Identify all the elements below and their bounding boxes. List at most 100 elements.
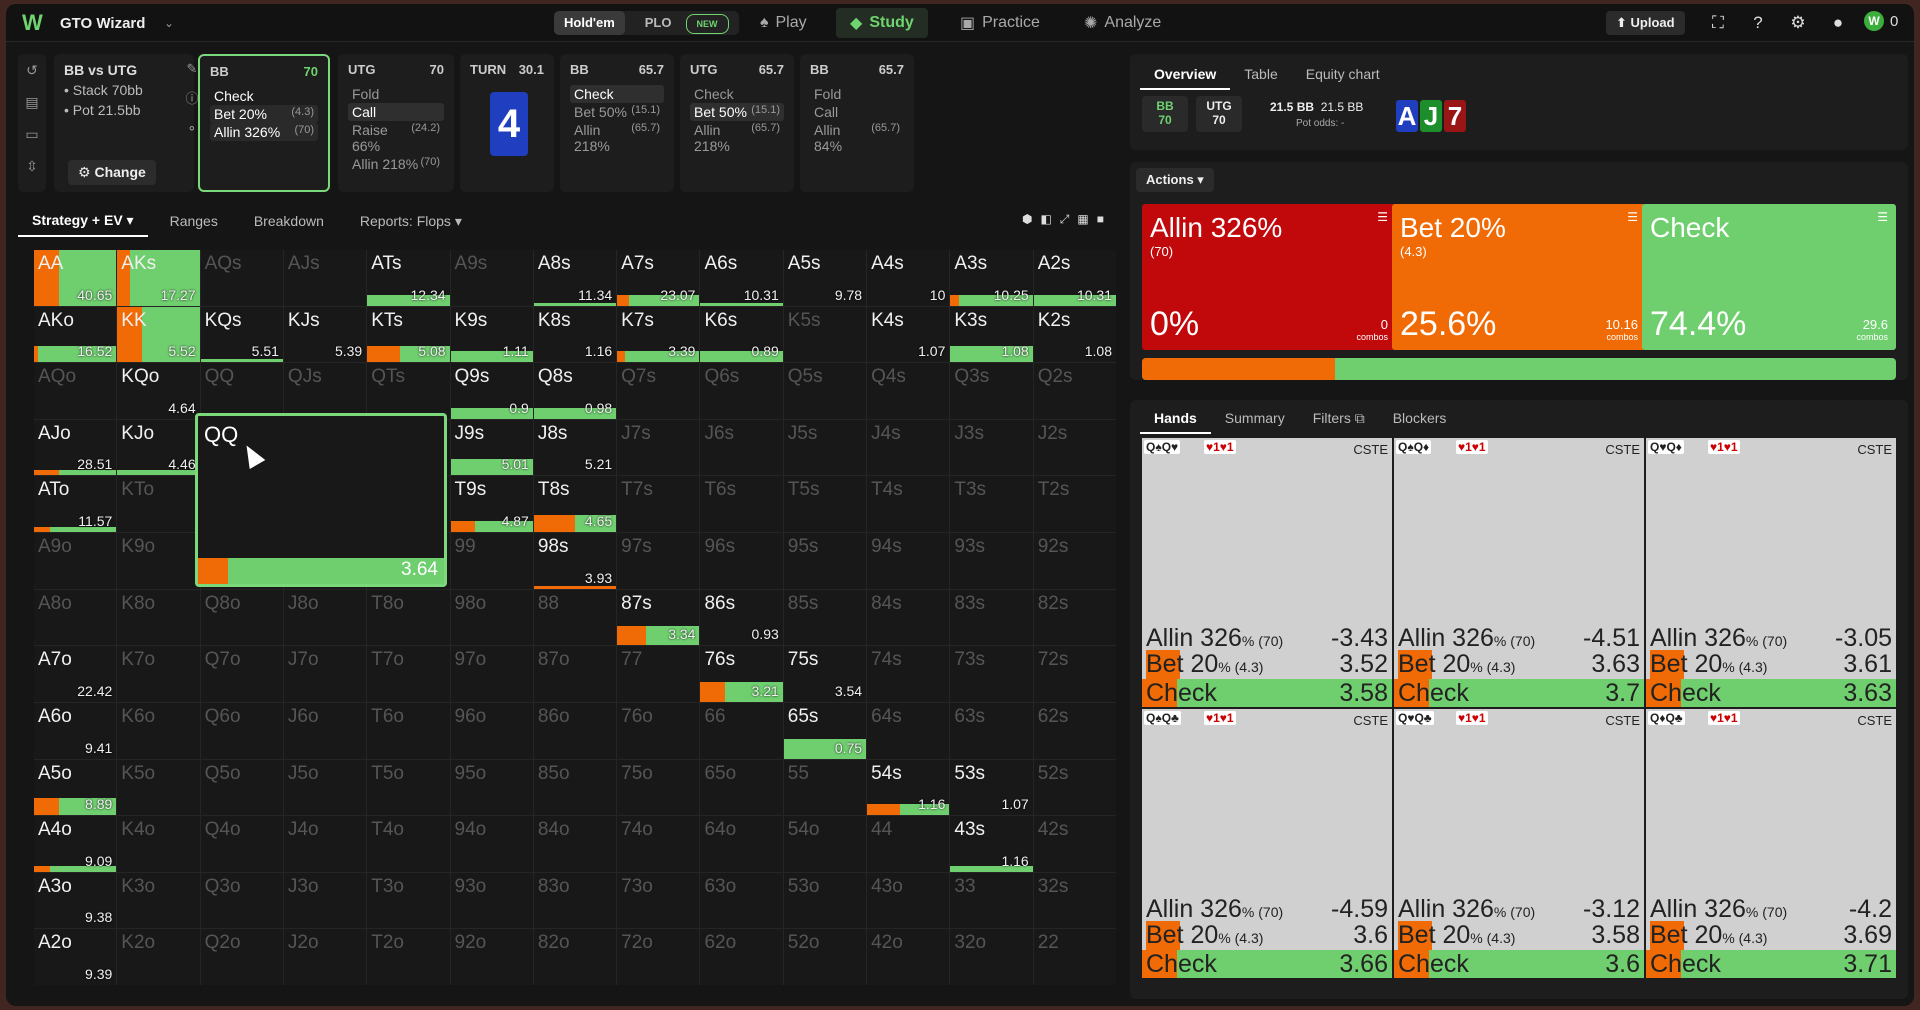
hand-combo-card[interactable]: Q♥Q♣ ♥1♥1 CSTE Allin 326% (70) -3.12 Bet 20% … [1394, 709, 1644, 978]
hand-cell[interactable]: T3o [367, 872, 450, 929]
gear-icon[interactable]: ⚙ [1786, 11, 1810, 35]
hand-cell[interactable]: K2o [117, 929, 200, 985]
hand-cell[interactable]: 32o [950, 929, 1033, 985]
tab-strategy-ev[interactable]: Strategy + EV ▾ [18, 206, 148, 237]
nav-study[interactable]: ◆ Study [836, 8, 928, 38]
action-option[interactable]: Bet 20% (4.3) [210, 105, 318, 123]
hand-cell[interactable]: 62s [1033, 702, 1116, 759]
hand-cell[interactable]: 84s [867, 589, 950, 646]
game-type-switch[interactable]: Hold'em PLO NEW [554, 11, 739, 35]
hand-cell[interactable]: 53s 1.07 [950, 759, 1033, 816]
hand-cell[interactable]: 98o [450, 589, 533, 646]
hand-cell[interactable]: 97o [450, 646, 533, 702]
action-node-0[interactable]: BB 70 Check Bet 20% (4.3) Allin 326% (70) [198, 54, 330, 192]
hand-cell[interactable]: J2s [1033, 419, 1116, 476]
user-icon[interactable]: ● [1826, 11, 1850, 35]
action-option[interactable]: Call [348, 103, 444, 121]
contrast-icon[interactable]: ◧ [1040, 212, 1051, 227]
action-option[interactable]: Allin 218% (65.7) [570, 121, 664, 155]
hand-cell[interactable]: T3s [950, 476, 1033, 533]
hand-cell[interactable]: Q7s [617, 363, 700, 419]
hand-cell[interactable]: 33 [950, 872, 1033, 929]
hand-cell[interactable]: 94s [867, 533, 950, 589]
hand-cell[interactable]: AJs [283, 250, 367, 306]
hand-cell[interactable]: 64o [700, 816, 783, 872]
hand-cell[interactable]: AKs 17.27 [117, 250, 200, 306]
hand-cell[interactable]: Q8s 0.98 [533, 363, 617, 419]
hand-cell[interactable]: T8o [367, 589, 450, 646]
hand-cell[interactable]: K9o [117, 533, 200, 589]
tab-summary[interactable]: Summary [1211, 404, 1299, 434]
hand-cell[interactable]: Q9s 0.9 [450, 363, 533, 419]
hand-cell[interactable]: 96o [450, 702, 533, 759]
hand-cell[interactable]: 73o [617, 872, 700, 929]
list-icon[interactable]: ☰ [1627, 210, 1638, 224]
hand-cell[interactable]: Q3o [200, 872, 283, 929]
hand-cell[interactable]: A7o 22.42 [34, 646, 117, 702]
hand-cell[interactable]: Q5s [783, 363, 867, 419]
list-icon[interactable]: ☰ [1377, 210, 1388, 224]
hand-cell[interactable]: Q7o [200, 646, 283, 702]
hand-cell[interactable]: KQo 4.64 [117, 363, 200, 419]
reset-icon[interactable]: ↺ [18, 54, 46, 86]
hand-cell[interactable]: 65o [700, 759, 783, 816]
tab-table[interactable]: Table [1230, 60, 1291, 90]
hand-cell[interactable]: K8s 1.16 [533, 306, 617, 363]
hand-combo-card[interactable]: Q♥Q♦ ♥1♥1 CSTE Allin 326% (70) -3.05 Bet 20% … [1646, 438, 1896, 707]
hand-cell[interactable]: 92s [1033, 533, 1116, 589]
hand-cell[interactable]: Q2o [200, 929, 283, 985]
nav-practice[interactable]: ▣ Practice [946, 8, 1054, 38]
change-button[interactable]: ⚙ Change [68, 160, 156, 185]
hand-cell[interactable]: A6s 10.31 [700, 250, 783, 306]
hand-cell[interactable]: 73s [950, 646, 1033, 702]
hand-cell[interactable]: K4o [117, 816, 200, 872]
hand-cell[interactable]: Q5o [200, 759, 283, 816]
hand-cell[interactable]: K5s [783, 306, 867, 363]
hand-cell[interactable]: Q4s [867, 363, 950, 419]
hand-combo-card[interactable]: Q♠Q♦ ♥1♥1 CSTE Allin 326% (70) -4.51 Bet 20% … [1394, 438, 1644, 707]
hand-cell[interactable]: T7o [367, 646, 450, 702]
hand-cell[interactable]: 98s 3.93 [533, 533, 617, 589]
hand-cell[interactable]: 95s [783, 533, 867, 589]
hand-cell[interactable]: 82o [533, 929, 617, 985]
hand-cell[interactable]: 54s 1.16 [867, 759, 950, 816]
hand-cell[interactable]: 86o [533, 702, 617, 759]
hand-cell[interactable]: 86s 0.93 [700, 589, 783, 646]
hand-cell[interactable]: KTs 5.08 [367, 306, 450, 363]
hand-cell[interactable]: A5s 9.78 [783, 250, 867, 306]
hand-cell[interactable]: K4s 1.07 [867, 306, 950, 363]
app-name[interactable]: GTO Wizard [60, 4, 145, 42]
hand-combo-card[interactable]: Q♠Q♣ ♥1♥1 CSTE Allin 326% (70) -4.59 Bet 20% … [1142, 709, 1392, 978]
hand-cell[interactable]: 72s [1033, 646, 1116, 702]
save-icon[interactable]: ▤ [18, 86, 46, 118]
hand-cell[interactable]: 53o [783, 872, 867, 929]
screenshot-icon[interactable]: ⛶ [1706, 11, 1730, 35]
action-node-1[interactable]: UTG 70 Fold Call Raise 66% (24.2) Allin 218% (7… [338, 54, 454, 192]
hand-cell[interactable]: A4s 10 [867, 250, 950, 306]
hand-cell[interactable]: QJs [283, 363, 367, 419]
hand-cell[interactable]: K2s 1.08 [1033, 306, 1116, 363]
tab-overview[interactable]: Overview [1140, 60, 1231, 90]
hand-cell[interactable]: J8s 5.21 [533, 419, 617, 476]
action-node-5[interactable]: BB 65.7 Fold Call Allin 84% (65.7) [800, 54, 914, 192]
hand-cell[interactable]: 97s [617, 533, 700, 589]
tab-breakdown[interactable]: Breakdown [240, 207, 338, 235]
hand-cell[interactable]: 93o [450, 872, 533, 929]
grid-icon[interactable]: ▦ [1077, 212, 1088, 227]
hand-cell[interactable]: 65s 0.75 [783, 702, 867, 759]
hand-cell[interactable]: 77 [617, 646, 700, 702]
hand-cell[interactable]: K7s 3.39 [617, 306, 700, 363]
hand-cell[interactable]: J7s [617, 419, 700, 476]
hand-cell[interactable]: AKo 16.52 [34, 306, 117, 363]
hand-cell[interactable]: 66 [700, 702, 783, 759]
action-option[interactable]: Raise 66% (24.2) [348, 121, 444, 155]
collapse-icon[interactable]: ⇳ [18, 150, 46, 182]
action-node-4[interactable]: UTG 65.7 Check Bet 50% (15.1) Allin 218% (65.7… [680, 54, 794, 192]
action-option[interactable]: Bet 50% (15.1) [690, 103, 784, 121]
hand-cell[interactable]: Q8o [200, 589, 283, 646]
hand-cell[interactable]: 76o [617, 702, 700, 759]
hand-cell[interactable]: J5s [783, 419, 867, 476]
hand-cell[interactable]: 52o [783, 929, 867, 985]
hand-cell[interactable]: KJs 5.39 [283, 306, 367, 363]
hand-cell[interactable]: T5o [367, 759, 450, 816]
